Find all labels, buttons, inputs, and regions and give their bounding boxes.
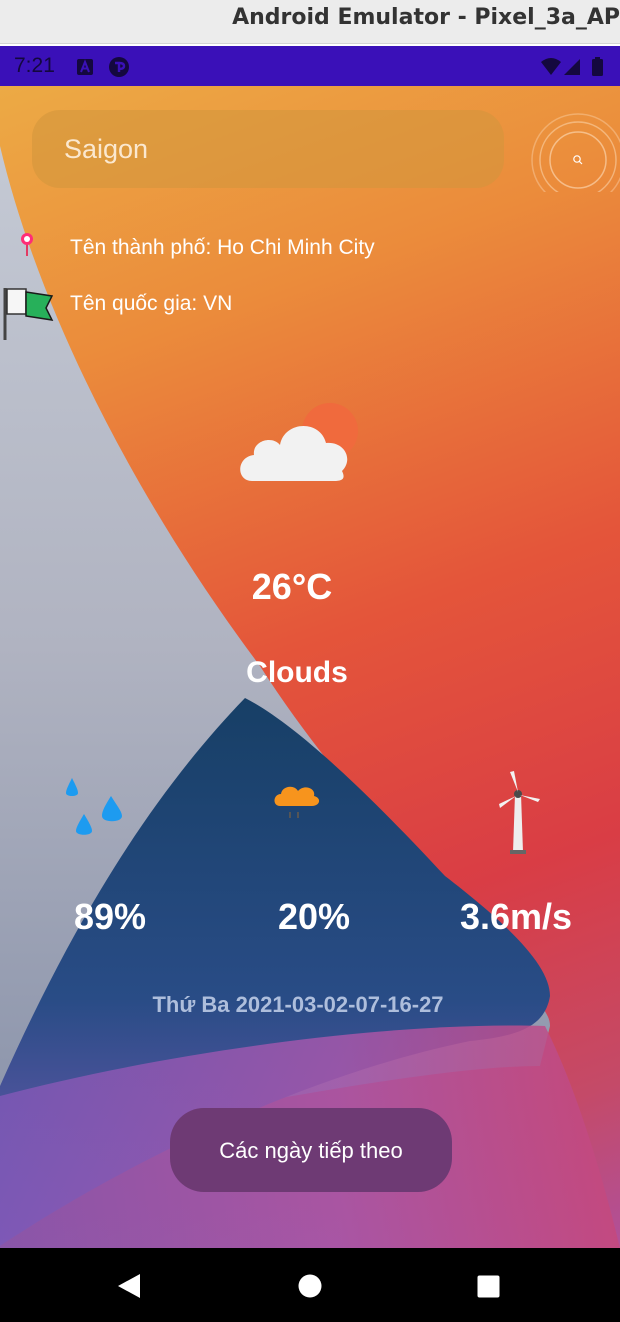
back-icon[interactable] xyxy=(116,1272,142,1300)
emulator-titlebar: Android Emulator - Pixel_3a_AP xyxy=(0,0,620,44)
weather-screen: Saigon Tên thành phố: Ho Chi Minh City T… xyxy=(0,86,620,1248)
rain-cloud-icon xyxy=(274,786,320,818)
country-name-text: Tên quốc gia: VN xyxy=(70,292,233,315)
wind-speed-value: 3.6m/s xyxy=(459,896,573,937)
signal-icon xyxy=(564,59,580,75)
status-time: 7:21 xyxy=(14,54,55,77)
rain-chance-value: 20% xyxy=(277,896,351,937)
navigation-bar xyxy=(0,1248,620,1322)
city-name-row: Tên thành phố: Ho Chi Minh City xyxy=(0,228,620,268)
home-icon[interactable] xyxy=(298,1274,322,1298)
country-row: Tên quốc gia: VN xyxy=(0,284,620,340)
search-icon[interactable] xyxy=(528,100,620,192)
weather-condition: Clouds xyxy=(246,656,348,689)
city-name-text: Tên thành phố: Ho Chi Minh City xyxy=(70,236,375,259)
battery-icon xyxy=(592,59,603,76)
android-device: 7:21 Saigon Tên thành phố: Ho Chi Minh C… xyxy=(0,46,620,1322)
humidity-value: 89% xyxy=(73,896,147,937)
map-pin-icon xyxy=(21,233,33,256)
humidity-drops-icon xyxy=(66,778,122,835)
a-notification-icon xyxy=(77,59,93,75)
date-time-label: Thứ Ba 2021-03-02-07-16-27 xyxy=(152,992,444,1017)
emulator-title: Android Emulator - Pixel_3a_AP xyxy=(232,5,620,30)
wind-turbine-icon xyxy=(499,771,540,854)
flag-icon xyxy=(3,288,54,340)
wifi-icon xyxy=(541,58,561,75)
temperature: 26°C xyxy=(251,566,333,607)
next-days-label: Các ngày tiếp theo xyxy=(219,1138,403,1163)
status-bar: 7:21 xyxy=(0,46,620,86)
city-search-value: Saigon xyxy=(64,134,149,164)
city-search-input[interactable]: Saigon xyxy=(32,110,504,188)
app-notification-icon xyxy=(109,57,129,77)
next-days-button[interactable]: Các ngày tiếp theo xyxy=(170,1108,452,1192)
cloud-sun-icon xyxy=(240,403,358,481)
recent-apps-icon[interactable] xyxy=(477,1275,500,1298)
status-system-icons xyxy=(541,57,603,76)
